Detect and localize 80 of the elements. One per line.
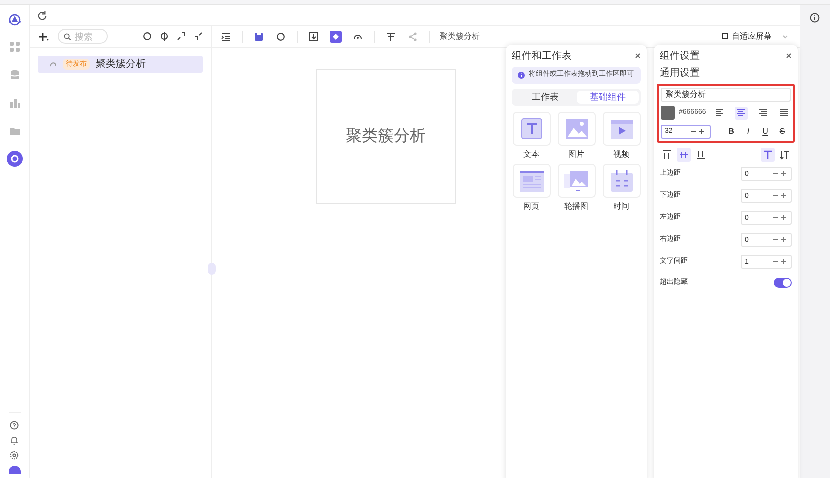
settings-icon[interactable]: [10, 451, 19, 460]
indent-icon: [221, 32, 231, 42]
tree-item-label: 聚类簇分析: [96, 58, 146, 72]
component-tile[interactable]: [602, 112, 640, 146]
zoom-dropdown[interactable]: 自适应屏幕: [722, 30, 792, 42]
component-tile[interactable]: [512, 112, 550, 146]
strike-button[interactable]: S: [778, 126, 788, 138]
document-title: 聚类簇分析: [440, 30, 480, 42]
add-icon[interactable]: [38, 32, 50, 42]
resize-handle[interactable]: [208, 263, 216, 275]
component-tile[interactable]: [602, 164, 640, 198]
component-label: 图片: [568, 149, 584, 161]
toolbar-button[interactable]: [308, 30, 320, 42]
logo-icon[interactable]: [8, 13, 22, 27]
info-icon: [518, 72, 525, 79]
valign-button[interactable]: [660, 148, 674, 162]
align-button[interactable]: [778, 106, 791, 120]
close-icon[interactable]: [635, 53, 641, 59]
panel-title: 组件和工作表: [512, 50, 572, 64]
component-label: 文本: [524, 149, 540, 161]
component-label: 时间: [614, 201, 630, 213]
expand-icon[interactable]: [177, 32, 186, 41]
valign-button[interactable]: [677, 148, 691, 162]
grid-icon: [8, 41, 20, 53]
save-icon: [254, 32, 264, 42]
stepper-icon[interactable]: [773, 171, 787, 177]
tab[interactable]: 基础组件: [576, 91, 639, 104]
nav-item[interactable]: [6, 151, 22, 167]
align-middle-icon: [679, 150, 689, 160]
database-icon: [8, 69, 20, 81]
left-align-icon: [714, 108, 724, 118]
align-button[interactable]: [713, 106, 726, 120]
bar-chart-icon: [8, 97, 20, 109]
stepper-icon[interactable]: [691, 128, 705, 134]
stepper-icon[interactable]: [773, 215, 787, 221]
underline-button[interactable]: U: [760, 126, 770, 138]
center-align-icon: [736, 108, 746, 118]
bold-button[interactable]: B: [726, 126, 736, 138]
component-tile[interactable]: [558, 112, 596, 146]
text-vertical-icon: [780, 150, 790, 160]
bell-icon[interactable]: [10, 436, 19, 445]
toggle-switch[interactable]: [774, 278, 792, 288]
align-button[interactable]: [734, 106, 748, 120]
component-label: 网页: [524, 201, 540, 213]
stepper-icon[interactable]: [773, 193, 787, 199]
fit-screen-icon: [722, 33, 729, 40]
stepper-icon[interactable]: [773, 237, 787, 243]
info-icon[interactable]: [810, 13, 820, 23]
align-top-icon: [662, 150, 672, 160]
component-tile[interactable]: [558, 164, 596, 198]
align-button[interactable]: [756, 106, 770, 120]
direction-button[interactable]: [778, 148, 792, 162]
justify-align-icon: [779, 108, 790, 118]
share-icon: [408, 32, 418, 42]
text-horizontal-icon: [763, 150, 773, 160]
panel-title: 组件设置: [660, 50, 700, 64]
right-align-icon: [758, 108, 768, 118]
component-label: 轮播图: [564, 201, 588, 213]
tab[interactable]: 工作表: [514, 91, 576, 104]
collapse-icon[interactable]: [194, 32, 203, 41]
align-bottom-icon: [696, 150, 706, 160]
text-field[interactable]: 聚类簇分析: [661, 88, 791, 102]
section-title: 通用设置: [660, 66, 701, 81]
canvas-text: 聚类簇分析: [346, 126, 426, 146]
help-icon[interactable]: [10, 421, 19, 430]
italic-button[interactable]: I: [744, 126, 754, 138]
toolbar-button[interactable]: [253, 30, 265, 42]
close-icon[interactable]: [786, 53, 792, 59]
direction-button[interactable]: [761, 148, 775, 162]
valign-button[interactable]: [694, 148, 708, 162]
search-icon: [64, 32, 72, 40]
avatar[interactable]: [8, 466, 20, 474]
color-swatch[interactable]: [661, 106, 675, 120]
caret-icon: [783, 34, 788, 38]
component-label: 视频: [614, 149, 630, 161]
toolbar-button[interactable]: [220, 30, 232, 42]
export-icon: [309, 32, 319, 42]
stepper-icon[interactable]: [773, 259, 787, 265]
folder-icon: [8, 125, 20, 137]
component-tile[interactable]: [512, 164, 550, 198]
